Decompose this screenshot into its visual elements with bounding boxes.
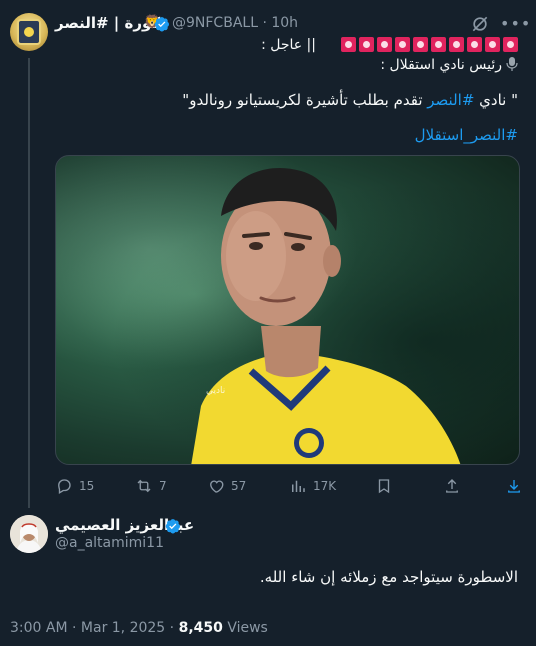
quote-prefix: " نادي [474,91,518,109]
red-flag-icon [449,37,464,52]
views-count: 17K [313,479,337,493]
tweet-time[interactable]: 10h [271,15,298,31]
tweet-line2-text: رئيس نادي استقلال : [380,57,502,73]
reply-time[interactable]: 3:00 AM [10,620,68,636]
reply-button[interactable]: 15 [55,477,94,495]
reply-date[interactable]: Mar 1, 2025 [81,620,165,636]
red-flag-icon [395,37,410,52]
reply-author-avatar[interactable] [10,515,48,553]
hashtag-line-link[interactable]: #النصر_استقلال [415,126,518,144]
red-flag-icon [467,37,482,52]
red-flag-icon [431,37,446,52]
red-flag-icon [485,37,500,52]
verified-badge-icon [165,519,180,534]
urgent-flags [341,37,518,52]
views-chart-icon [292,480,305,492]
reply-text: الاسطورة سيتواجد مع زملائه إن شاء الله. [259,568,518,586]
share-icon [446,479,458,493]
red-flag-icon [359,37,374,52]
photo-watermark: ناديي [206,386,226,396]
tweet-line-president: رئيس نادي استقلال : [380,57,518,73]
like-button[interactable]: 57 [207,477,246,495]
author-handle-and-time[interactable]: @9NFCBALL · 10h [172,15,298,31]
tweet-photo[interactable]: ناديي [55,155,520,465]
author-handle[interactable]: @9NFCBALL [172,15,258,31]
retweet-icon [137,479,151,493]
reply-icon [58,479,71,494]
urgent-label: || عاجل : [261,37,316,53]
red-flag-icon [503,37,518,52]
reply-author-handle[interactable]: @a_altamimi11 [55,535,164,551]
bookmark-button[interactable] [375,477,393,495]
hashtag-link[interactable]: #النصر [427,91,474,109]
more-options-icon[interactable]: ••• [500,14,530,34]
reply-meta: 3:00 AM · Mar 1, 2025 · 8,450 Views [10,620,268,636]
tweet-quote-line: " نادي #النصر تقدم بطلب تأشيرة لكريستيان… [182,91,518,109]
quote-rest: تقدم بطلب تأشيرة لكريستيانو رونالدو" [182,91,428,109]
share-button[interactable] [443,477,461,495]
verified-badge-icon [154,17,169,32]
download-button[interactable] [505,477,523,495]
retweet-count: 7 [159,479,167,493]
like-count: 57 [231,479,247,493]
grok-icon[interactable] [470,14,490,34]
studio-microphone-icon [506,57,518,71]
thread-connector-line [28,58,30,508]
red-flag-icon [341,37,356,52]
meta-separator: · [165,620,179,636]
meta-separator: · [67,620,81,636]
tweet-action-bar: 15 7 57 17K [55,477,525,497]
views-button[interactable]: 17K [289,477,336,495]
retweet-button[interactable]: 7 [135,477,167,495]
red-flag-icon [413,37,428,52]
reply-count: 15 [79,479,95,493]
download-icon [508,480,520,493]
heart-icon [210,480,224,493]
player-photo-illustration [191,168,461,464]
bookmark-icon [378,479,390,494]
author-avatar[interactable] [10,13,48,51]
red-flag-icon [377,37,392,52]
views-total: 8,450 [178,620,223,636]
views-label: Views [222,620,268,636]
